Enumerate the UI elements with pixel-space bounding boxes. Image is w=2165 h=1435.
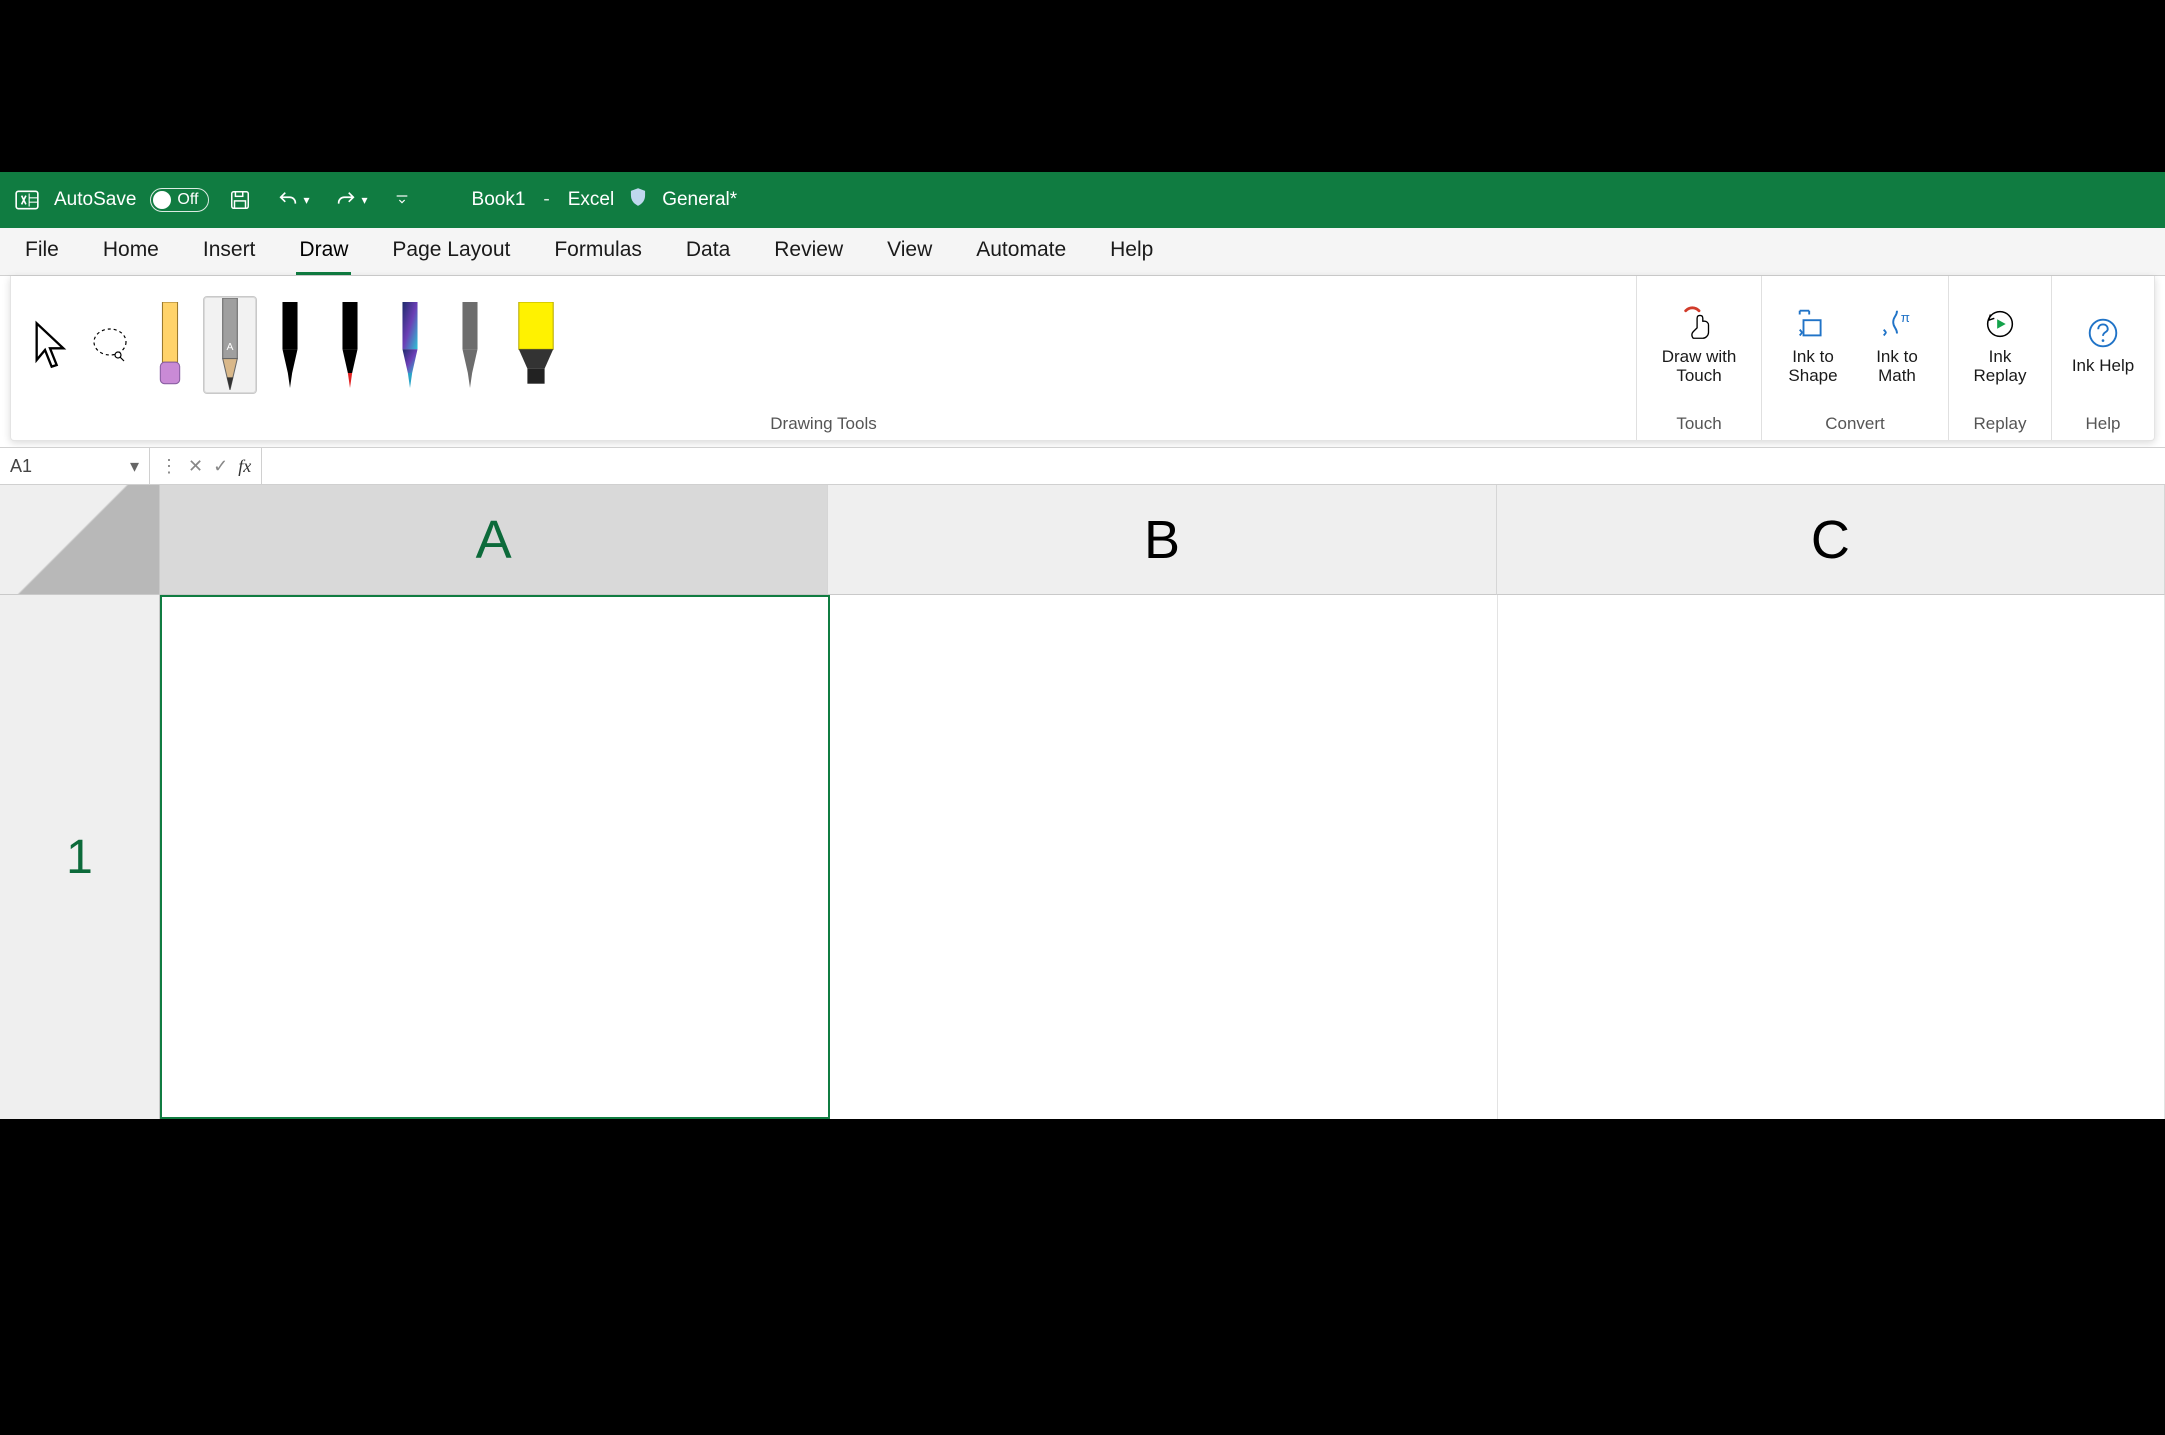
tab-automate[interactable]: Automate <box>973 236 1069 275</box>
cancel-icon[interactable]: ✕ <box>188 456 203 477</box>
column-header-B[interactable]: B <box>828 485 1496 595</box>
formula-input[interactable] <box>262 448 2165 484</box>
fx-icon[interactable]: fx <box>238 456 251 477</box>
group-label-touch: Touch <box>1637 414 1761 440</box>
group-touch: Draw with Touch Touch <box>1637 276 1762 440</box>
ink-help-label: Ink Help <box>2072 356 2134 376</box>
formula-bar: A1 ▾ ⋮ ✕ ✓ fx <box>0 447 2165 485</box>
group-label-convert: Convert <box>1762 414 1948 440</box>
tab-insert[interactable]: Insert <box>200 236 259 275</box>
title-bar: AutoSave Off ▾ ▾ Book1 - Excel General* <box>0 172 2165 228</box>
toggle-knob <box>153 191 171 209</box>
row-1: 1 <box>0 595 2165 1119</box>
select-tool[interactable] <box>23 296 77 394</box>
name-box-value: A1 <box>10 456 32 477</box>
tab-view[interactable]: View <box>884 236 935 275</box>
lasso-select-tool[interactable] <box>83 296 137 394</box>
tab-home[interactable]: Home <box>100 236 162 275</box>
formula-tools: ⋮ ✕ ✓ fx <box>150 448 262 484</box>
ribbon: A Drawing Tools Draw with Touch <box>10 276 2155 441</box>
autosave-state: Off <box>177 191 198 209</box>
ribbon-tabs: File Home Insert Draw Page Layout Formulas Dat… <box>0 228 2165 276</box>
group-replay: Ink Replay Replay <box>1949 276 2052 440</box>
row-header-1[interactable]: 1 <box>0 595 160 1119</box>
excel-window: AutoSave Off ▾ ▾ Book1 - Excel General* … <box>0 172 2165 1119</box>
draw-with-touch-button[interactable]: Draw with Touch <box>1649 301 1749 390</box>
ink-to-math-label: Ink to Math <box>1860 347 1934 386</box>
tab-data[interactable]: Data <box>683 236 733 275</box>
autosave-label: AutoSave <box>54 189 136 211</box>
ink-to-shape-label: Ink to Shape <box>1776 347 1850 386</box>
column-header-C[interactable]: C <box>1497 485 2165 595</box>
pen-tool-pen-black[interactable] <box>263 296 317 394</box>
column-header-A[interactable]: A <box>160 485 828 595</box>
pen-tool-pen-gray[interactable] <box>443 296 497 394</box>
ink-help-button[interactable]: Ink Help <box>2064 310 2142 380</box>
group-help: Ink Help Help <box>2052 276 2154 440</box>
tab-draw[interactable]: Draw <box>296 236 351 275</box>
more-icon[interactable]: ⋮ <box>160 456 178 477</box>
column-headers: ABC <box>0 485 2165 595</box>
pen-tool-eraser[interactable] <box>143 296 197 394</box>
tab-file[interactable]: File <box>22 236 62 275</box>
tab-help[interactable]: Help <box>1107 236 1156 275</box>
sensitivity-label[interactable]: General* <box>662 189 737 211</box>
pen-tool-highlighter[interactable] <box>503 296 569 394</box>
redo-button[interactable]: ▾ <box>329 185 373 215</box>
group-drawing-tools: A Drawing Tools <box>11 276 1637 440</box>
tab-formulas[interactable]: Formulas <box>551 236 645 275</box>
select-all-corner[interactable] <box>0 485 160 595</box>
document-title: Book1 <box>472 189 526 211</box>
chevron-down-icon: ▾ <box>130 456 139 477</box>
ink-to-math-button[interactable]: π Ink to Math <box>1858 301 1936 390</box>
tab-review[interactable]: Review <box>771 236 846 275</box>
chevron-down-icon: ▾ <box>303 193 309 207</box>
group-convert: Ink to Shape π Ink to Math Convert <box>1762 276 1949 440</box>
pen-tool-pen-red[interactable] <box>323 296 377 394</box>
cell-A1[interactable] <box>160 595 830 1119</box>
ink-replay-button[interactable]: Ink Replay <box>1961 301 2039 390</box>
group-label-replay: Replay <box>1949 414 2051 440</box>
cell-C1[interactable] <box>1498 595 2165 1119</box>
cell-B1[interactable] <box>830 595 1497 1119</box>
ink-to-shape-button[interactable]: Ink to Shape <box>1774 301 1852 390</box>
draw-with-touch-label: Draw with Touch <box>1651 347 1747 386</box>
svg-text:A: A <box>227 342 234 353</box>
shield-icon <box>628 187 648 213</box>
svg-text:π: π <box>1901 310 1910 325</box>
app-name: Excel <box>568 189 614 211</box>
chevron-down-icon: ▾ <box>361 193 367 207</box>
name-box[interactable]: A1 ▾ <box>0 448 150 484</box>
undo-button[interactable]: ▾ <box>271 185 315 215</box>
enter-icon[interactable]: ✓ <box>213 456 228 477</box>
pen-tool-pencil[interactable]: A <box>203 296 257 394</box>
save-button[interactable] <box>223 185 257 215</box>
tab-page-layout[interactable]: Page Layout <box>389 236 513 275</box>
group-label-help: Help <box>2052 414 2154 440</box>
worksheet-grid: ABC 1 <box>0 485 2165 1119</box>
pen-tool-pen-galaxy[interactable] <box>383 296 437 394</box>
group-label-drawing-tools: Drawing Tools <box>11 414 1636 440</box>
customize-qat-button[interactable] <box>388 188 416 212</box>
autosave-toggle[interactable]: Off <box>150 188 209 212</box>
excel-icon <box>14 187 40 213</box>
ink-replay-label: Ink Replay <box>1963 347 2037 386</box>
title-separator: - <box>543 189 549 211</box>
